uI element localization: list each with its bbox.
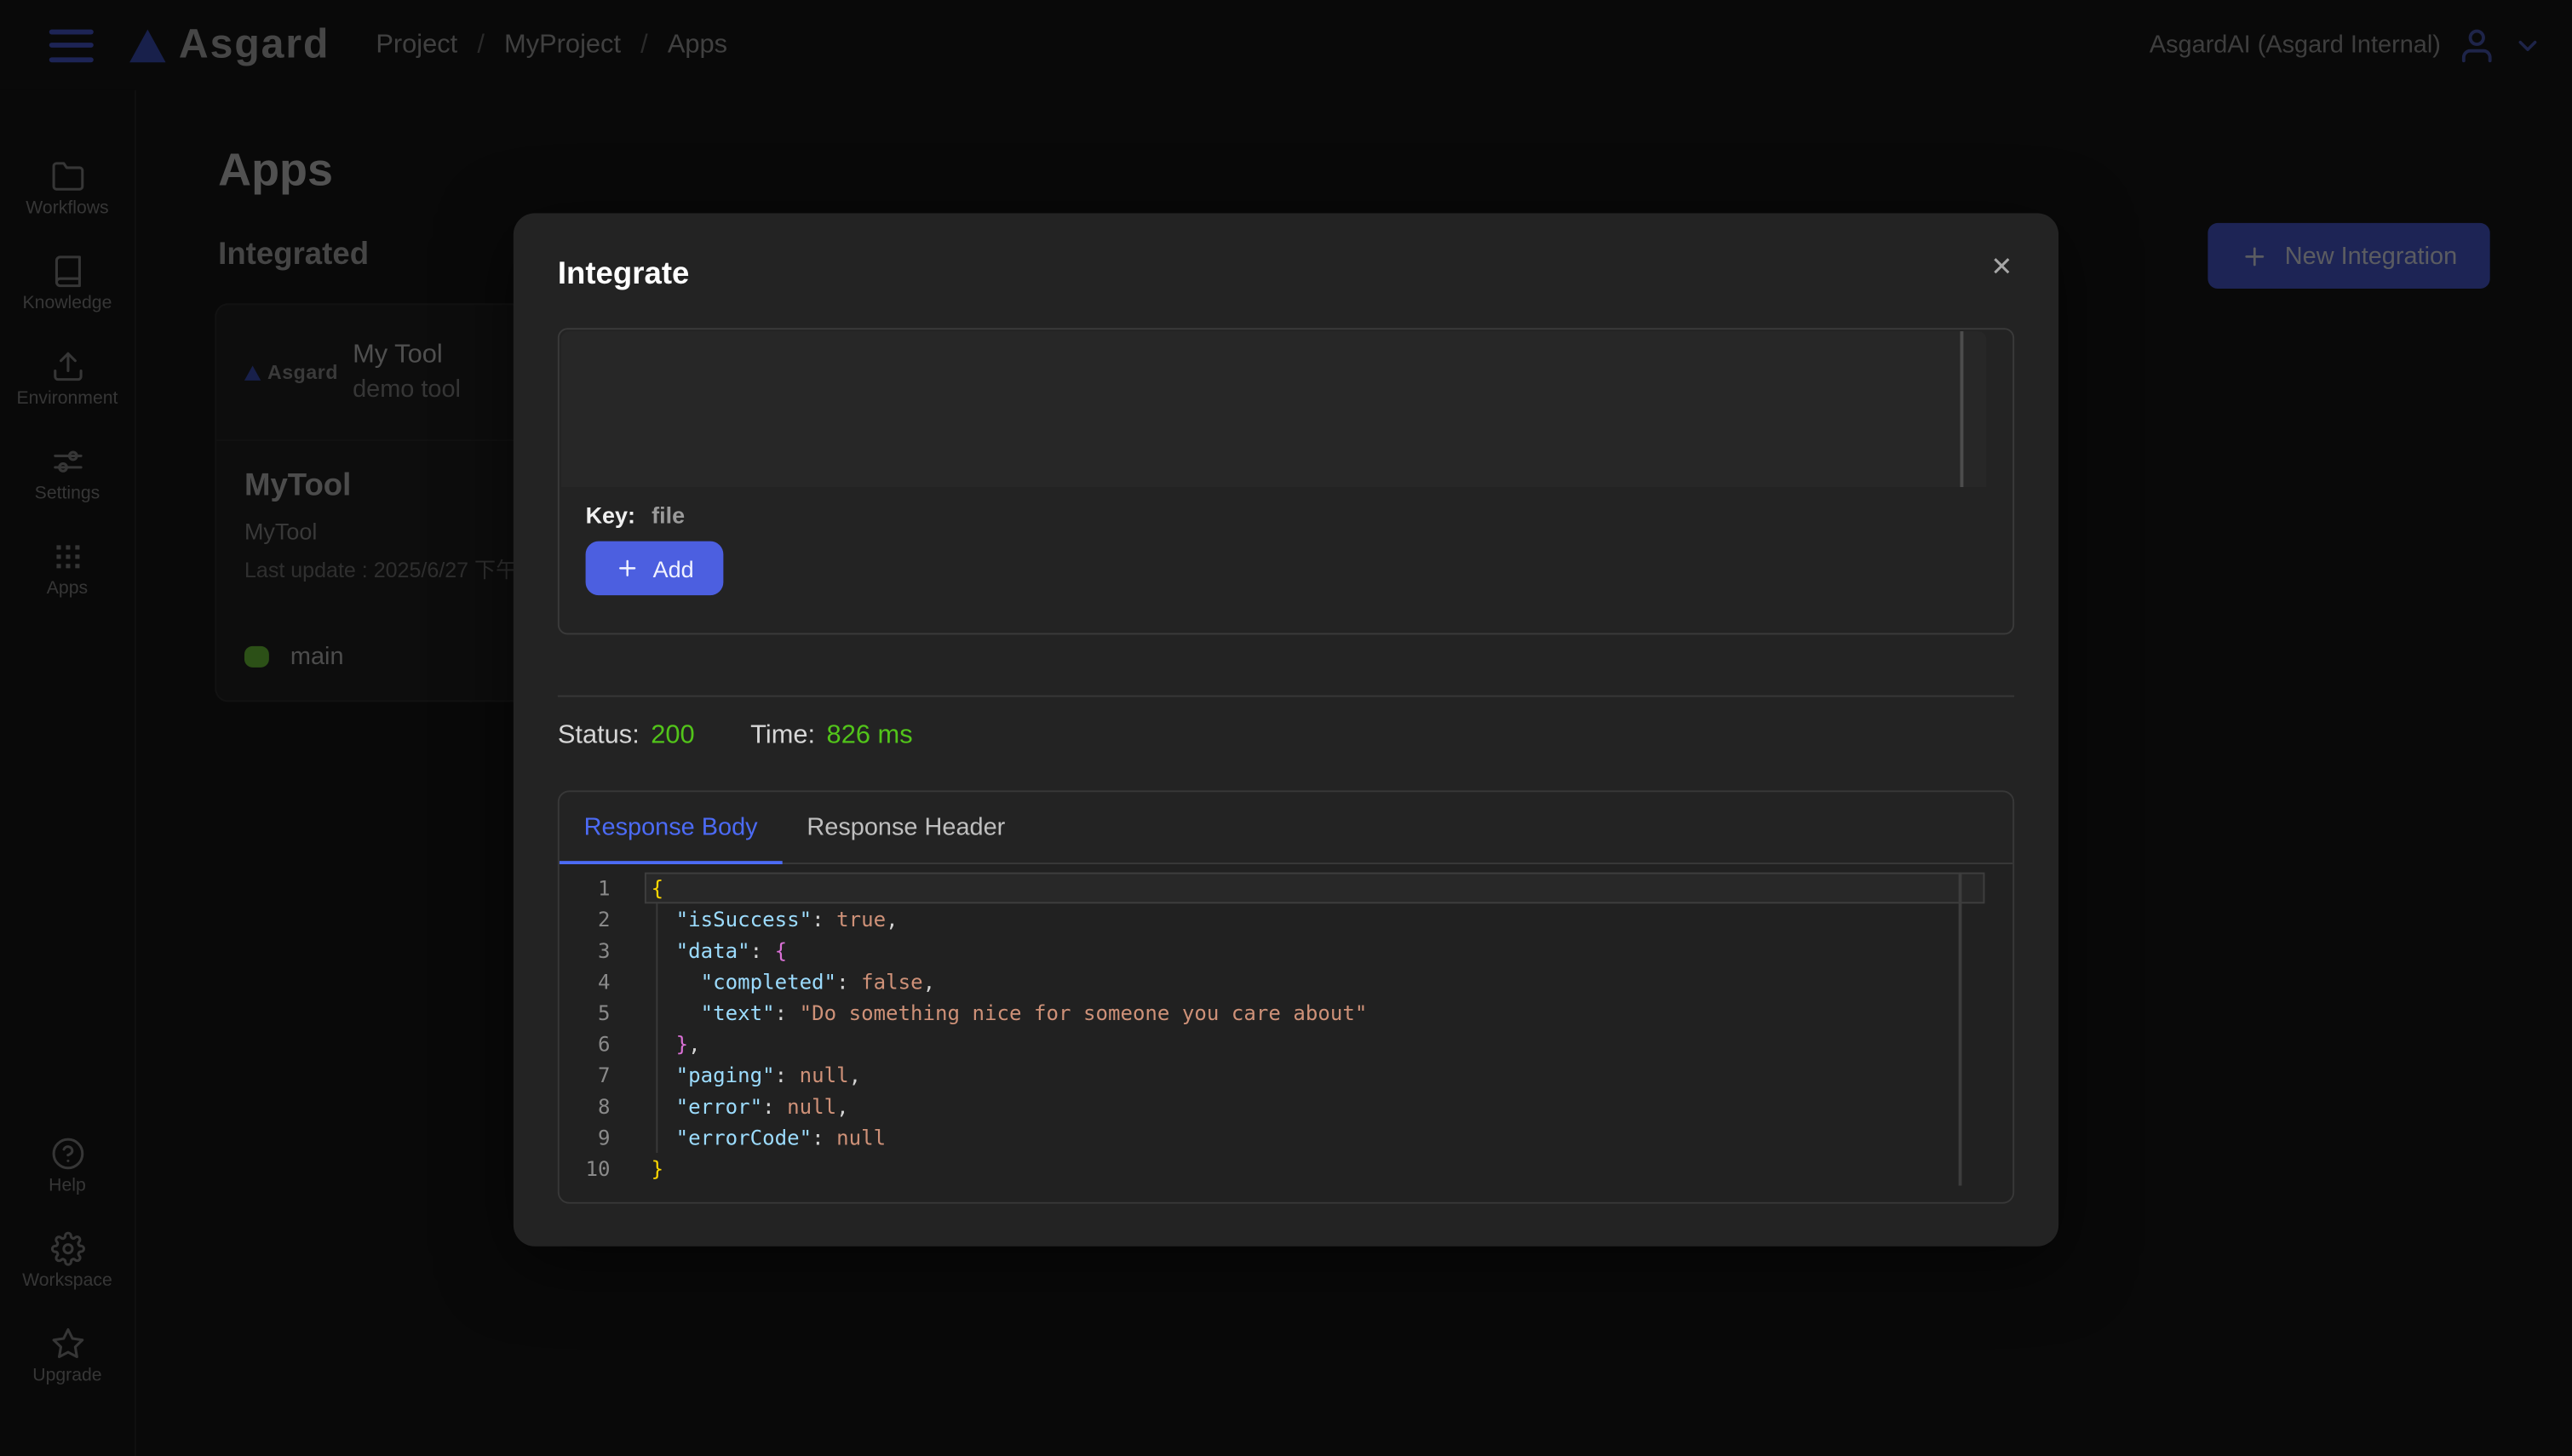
code-text: { [652,873,664,904]
code-line: 8 "error": null, [560,1091,2012,1122]
code-text: "errorCode": null [652,1121,886,1153]
code-line: 9 "errorCode": null [560,1121,2012,1153]
code-text: "isSuccess": true, [652,903,898,935]
time-label: Time: [750,721,815,749]
response-tabs: Response Body Response Header [560,792,2012,864]
key-label: Key: [586,502,635,528]
code-lines: 1{2 "isSuccess": true,3 "data": {4 "comp… [560,873,2012,1184]
line-number: 3 [560,935,622,966]
line-number: 2 [560,903,622,935]
line-number: 8 [560,1091,622,1122]
scrollbar-thumb[interactable] [1961,331,1964,487]
line-number: 7 [560,1059,622,1091]
code-text: }, [652,1029,701,1060]
tab-response-body[interactable]: Response Body [560,792,783,863]
integration-form-box: Key: file Add [558,328,2014,634]
line-number: 1 [560,873,622,904]
code-line: 10} [560,1153,2012,1184]
code-text: "completed": false, [652,966,935,997]
line-number: 4 [560,966,622,997]
time-item: Time: 826 ms [750,721,912,751]
form-scroll-area[interactable] [561,331,1987,487]
response-code-editor[interactable]: 1{2 "isSuccess": true,3 "data": {4 "comp… [560,864,2012,1202]
code-line: 4 "completed": false, [560,966,2012,997]
tab-response-header[interactable]: Response Header [783,792,1031,863]
code-line: 1{ [560,873,2012,904]
time-value: 826 ms [827,721,913,749]
code-text: "text": "Do something nice for someone y… [652,997,1368,1029]
close-icon[interactable]: ✕ [1984,249,2019,289]
line-number: 6 [560,1029,622,1060]
code-text: "error": null, [652,1091,849,1122]
status-value: 200 [651,721,694,749]
response-box: Response Body Response Header 1{2 "isSuc… [558,790,2014,1203]
key-value: file [652,502,685,528]
line-number: 5 [560,997,622,1029]
modal-title: Integrate [558,257,2014,293]
status-label: Status: [558,721,640,749]
code-line: 7 "paging": null, [560,1059,2012,1091]
modal-divider [558,696,2014,697]
code-line: 5 "text": "Do something nice for someone… [560,997,2012,1029]
code-line: 3 "data": { [560,935,2012,966]
code-text: "paging": null, [652,1059,861,1091]
key-row: Key: file [586,502,685,528]
status-row: Status: 200 Time: 826 ms [558,721,2014,751]
line-number: 10 [560,1153,622,1184]
code-text: } [652,1153,664,1184]
code-text: "data": { [652,935,787,966]
add-button[interactable]: Add [586,542,724,596]
code-line: 2 "isSuccess": true, [560,903,2012,935]
code-line: 6 }, [560,1029,2012,1060]
status-item: Status: 200 [558,721,695,751]
line-number: 9 [560,1121,622,1153]
integrate-modal: Integrate ✕ Key: file Add Status: 200 [514,213,2058,1246]
app-root: Asgard Project / MyProject / Apps Asgard… [0,0,2572,1456]
plus-icon [615,556,640,581]
add-button-label: Add [653,555,694,582]
